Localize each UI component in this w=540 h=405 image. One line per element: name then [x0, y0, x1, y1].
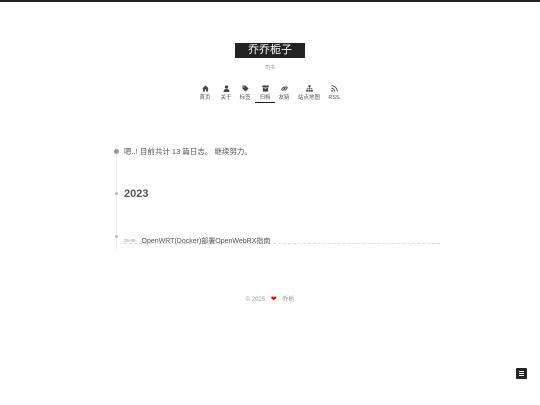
- post-item[interactable]: 05-08 OpenWRT(Docker)部署OpenWebRX指南: [124, 232, 440, 245]
- menu-item-home[interactable]: 首页: [195, 84, 215, 108]
- footer: © 2025 ❤ 乔栀: [0, 294, 540, 303]
- rss-icon: [330, 85, 338, 92]
- link-icon: [280, 86, 288, 91]
- timeline-dot-post: [115, 235, 118, 238]
- archive-summary: 嗯..! 目前共计 13 篇日志。 继续努力。: [124, 147, 252, 156]
- footer-author: 乔栀: [282, 297, 295, 303]
- menu-label-home: 首页: [199, 95, 211, 101]
- archive-year: 2023: [124, 188, 149, 200]
- menu-icon: [519, 371, 524, 372]
- menu-label-sitemap: 站点地图: [297, 95, 320, 101]
- menu-label-rss: RSS: [328, 95, 340, 101]
- heart-icon: ❤: [270, 296, 277, 303]
- archive-icon: [261, 85, 269, 92]
- menu-icon-bar: [519, 373, 524, 374]
- copyright-text: © 2025: [245, 297, 266, 303]
- menu-item-sitemap[interactable]: 站点地图: [295, 84, 323, 108]
- menu-item-tags[interactable]: 标签: [235, 84, 255, 108]
- timeline-dot-year: [115, 192, 118, 195]
- menu-item-links[interactable]: 友链: [274, 84, 294, 108]
- home-icon: [201, 85, 209, 92]
- main-menu: 首页 关于 标签 归档 友链 站点地图 RSS: [195, 84, 345, 108]
- menu-item-archives[interactable]: 归档: [255, 84, 275, 108]
- menu-icon-bar: [519, 375, 524, 376]
- tags-icon: [241, 85, 249, 92]
- sitemap-icon: [305, 85, 313, 92]
- menu-label-tags: 标签: [239, 95, 251, 101]
- post-title-link[interactable]: OpenWRT(Docker)部署OpenWebRX指南: [142, 238, 271, 245]
- timeline-dot-cheer: [114, 149, 119, 154]
- site-title[interactable]: 乔乔栀子: [235, 43, 305, 58]
- menu-item-about[interactable]: 关于: [216, 84, 236, 108]
- post-date: 05-08: [124, 238, 136, 244]
- menu-item-rss[interactable]: RSS: [325, 84, 343, 108]
- top-bar: [0, 0, 540, 2]
- user-icon: [223, 85, 229, 92]
- site-subtitle: 司书: [264, 65, 275, 71]
- sidebar-toggle-button[interactable]: [516, 368, 527, 379]
- menu-label-links: 友链: [278, 95, 290, 101]
- menu-label-about: 关于: [220, 95, 232, 101]
- menu-label-archives: 归档: [255, 95, 275, 103]
